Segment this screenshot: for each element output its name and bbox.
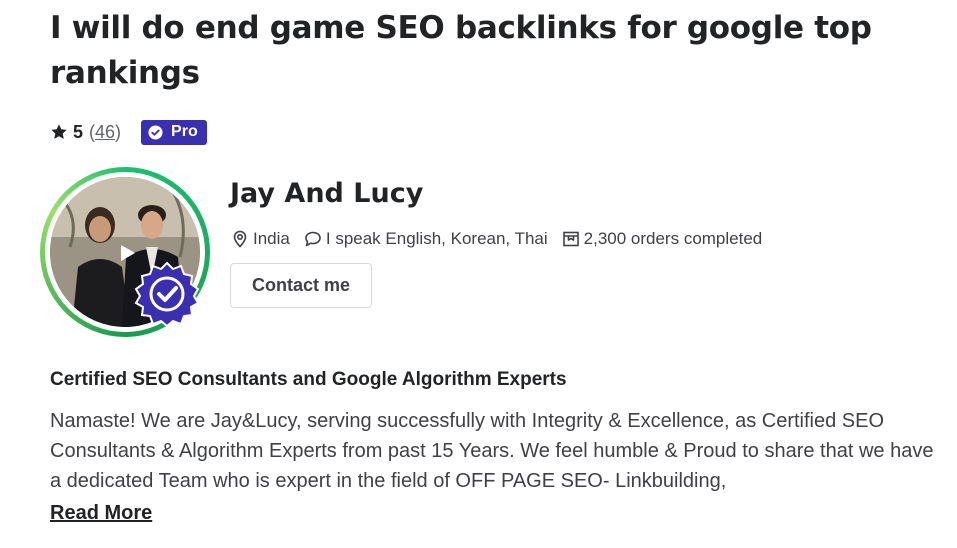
- rating-score: 5: [73, 121, 84, 142]
- about-heading: Certified SEO Consultants and Google Alg…: [50, 369, 567, 390]
- pro-badge[interactable]: Pro: [141, 119, 207, 145]
- rating-summary: 5 (46) Pro: [50, 118, 207, 146]
- seller-languages: I speak English, Korean, Thai: [304, 229, 548, 249]
- about-text: Namaste! We are Jay&Lucy, serving succes…: [50, 410, 934, 492]
- seller-name[interactable]: Jay And Lucy: [230, 178, 423, 209]
- seller-orders: 2,300 orders completed: [562, 229, 762, 249]
- pro-check-icon: [148, 124, 163, 140]
- orders-box-icon: [562, 231, 579, 247]
- verified-seal-icon: [134, 261, 200, 328]
- seller-avatar[interactable]: [40, 167, 210, 337]
- star-icon: [51, 124, 67, 139]
- pro-badge-label: Pro: [171, 123, 198, 140]
- speech-bubble-icon: [305, 231, 321, 247]
- read-more-link[interactable]: Read More: [50, 502, 152, 525]
- seller-location: India: [231, 229, 290, 249]
- location-pin-icon: [233, 230, 247, 248]
- gig-title: I will do end game SEO backlinks for goo…: [50, 10, 872, 91]
- rating-count: (46): [89, 121, 122, 142]
- contact-me-button[interactable]: Contact me: [230, 263, 372, 308]
- seller-meta: India I speak English, Korean, Thai 2,30…: [231, 226, 776, 252]
- reviews-count-link[interactable]: 46: [95, 122, 115, 142]
